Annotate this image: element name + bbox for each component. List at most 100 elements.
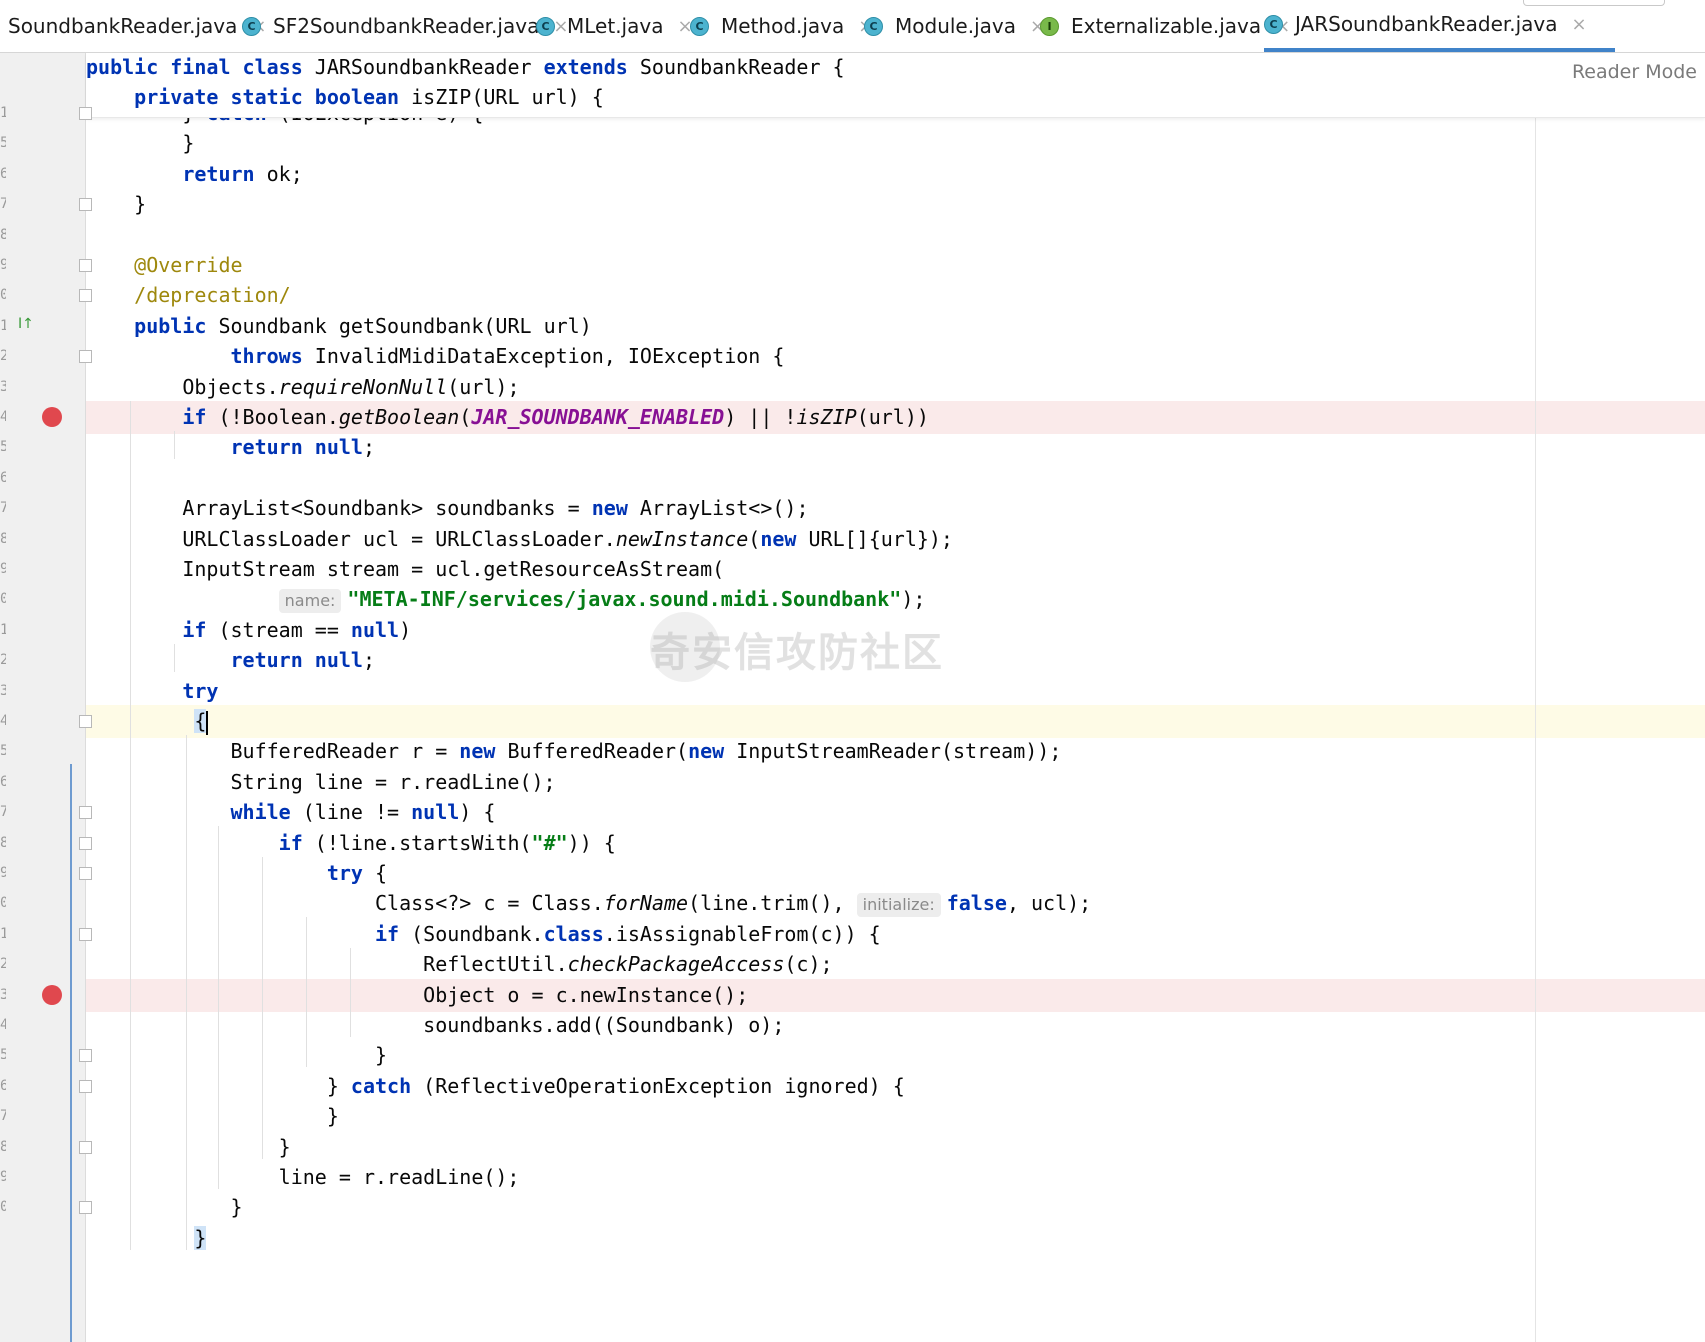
- implements-method-icon[interactable]: I↑: [18, 316, 34, 332]
- code-token: , ucl);: [1006, 891, 1092, 915]
- code-line[interactable]: }: [86, 1100, 339, 1133]
- code-token: line = r.readLine();: [86, 1165, 520, 1189]
- fold-marker-icon[interactable]: [79, 1080, 92, 1093]
- line-number-gutter[interactable]: 1 5 6 7 8 9 0 1 2 3 4 5 6 7 8 9 0 1 2 3 4 5 6 7 8 9 0 1 2 3 4 5 6 7 8 9 0: [0, 53, 85, 1342]
- code-line[interactable]: if (!line.startsWith("#")) {: [86, 827, 616, 860]
- java-class-icon: C: [242, 16, 261, 36]
- code-line[interactable]: }: [86, 127, 194, 160]
- code-line[interactable]: InputStream stream = ucl.getResourceAsSt…: [86, 553, 724, 586]
- code-line[interactable]: ArrayList<Soundbank> soundbanks = new Ar…: [86, 492, 808, 525]
- fold-marker-icon[interactable]: [79, 867, 92, 880]
- code-token: isZIP(URL url) {: [411, 85, 604, 109]
- fold-marker-icon[interactable]: [79, 837, 92, 850]
- fold-marker-icon[interactable]: [79, 1201, 92, 1214]
- sticky-line[interactable]: private static boolean isZIP(URL url) {: [86, 81, 604, 114]
- code-line[interactable]: if (stream == null): [86, 614, 411, 647]
- code-line[interactable]: if (Soundbank.class.isAssignableFrom(c))…: [86, 918, 881, 951]
- code-line[interactable]: try {: [86, 857, 387, 890]
- tab-1[interactable]: C SF2SoundbankReader.java ×: [242, 0, 568, 52]
- sticky-line[interactable]: public final class JARSoundbankReader ex…: [86, 51, 845, 84]
- tab-3[interactable]: CMethod.java×: [690, 0, 873, 52]
- fold-marker-icon[interactable]: [79, 928, 92, 941]
- code-token: if: [182, 618, 219, 642]
- line-number: 2: [0, 956, 6, 972]
- fold-marker-icon[interactable]: [79, 107, 92, 120]
- java-class-icon: C: [1264, 14, 1283, 34]
- code-line[interactable]: } catch (ReflectiveOperationException ig…: [86, 1070, 905, 1103]
- tab-2[interactable]: C MLet.java ×: [536, 0, 693, 52]
- code-line[interactable]: }: [86, 1131, 291, 1164]
- sticky-scroll-header: Reader Mode public final class JARSoundb…: [86, 53, 1705, 118]
- code-line[interactable]: {: [86, 705, 209, 738]
- line-number: 0: [0, 1199, 6, 1215]
- close-tab-icon[interactable]: ×: [1572, 14, 1587, 35]
- fold-marker-icon[interactable]: [79, 1049, 92, 1062]
- line-number: 8: [0, 1139, 6, 1155]
- code-line[interactable]: while (line != null) {: [86, 796, 496, 829]
- code-line[interactable]: throws InvalidMidiDataException, IOExcep…: [86, 340, 785, 373]
- tab-6[interactable]: C JARSoundbankReader.java ×: [1264, 0, 1615, 52]
- code-line[interactable]: name: "META-INF/services/javax.sound.midi…: [86, 583, 925, 616]
- tab-5[interactable]: IExternalizable.java×: [1040, 0, 1290, 52]
- code-line[interactable]: BufferedReader r = new BufferedReader(ne…: [86, 735, 1061, 768]
- line-number: 2: [0, 652, 6, 668]
- fold-marker-icon[interactable]: [79, 289, 92, 302]
- code-line[interactable]: try: [86, 675, 218, 708]
- code-token: (c);: [784, 952, 833, 976]
- code-line[interactable]: }: [86, 1039, 387, 1072]
- code-line[interactable]: URLClassLoader ucl = URLClassLoader.newI…: [86, 523, 953, 556]
- tab-label: SoundbankReader.java: [8, 14, 238, 38]
- code-line[interactable]: }: [86, 188, 146, 221]
- code-line[interactable]: line = r.readLine();: [86, 1161, 520, 1194]
- line-number: 0: [0, 591, 6, 607]
- line-number: 0: [0, 287, 6, 303]
- code-line[interactable]: String line = r.readLine();: [86, 766, 555, 799]
- code-line[interactable]: }: [86, 1191, 242, 1224]
- reader-mode-toggle[interactable]: Reader Mode: [1572, 61, 1697, 83]
- fold-marker-icon[interactable]: [79, 1141, 92, 1154]
- fold-marker-icon[interactable]: [79, 350, 92, 363]
- code-line[interactable]: return ok;: [86, 158, 302, 191]
- text-caret: [206, 710, 209, 735]
- tab-0[interactable]: SoundbankReader.java×: [8, 0, 267, 52]
- code-line[interactable]: @Override: [86, 249, 242, 282]
- code-token: "META-INF/services/javax.sound.midi.Soun…: [347, 587, 902, 611]
- line-number: 1: [0, 105, 6, 121]
- fold-marker-icon[interactable]: [79, 198, 92, 211]
- fold-marker-icon[interactable]: [79, 806, 92, 819]
- code-token: null: [411, 800, 460, 824]
- code-token: try: [182, 679, 219, 703]
- tab-label: Externalizable.java: [1071, 14, 1262, 38]
- code-token: if: [374, 922, 412, 946]
- code-line[interactable]: if (!Boolean.getBoolean(JAR_SOUNDBANK_EN…: [86, 401, 929, 434]
- code-line[interactable]: ReflectUtil.checkPackageAccess(c);: [86, 948, 833, 981]
- fold-marker-icon[interactable]: [79, 259, 92, 272]
- java-interface-icon: I: [1040, 16, 1059, 36]
- code-line[interactable]: Objects.requireNonNull(url);: [86, 371, 519, 404]
- line-number: 1: [0, 926, 6, 942]
- code-line[interactable]: soundbanks.add((Soundbank) o);: [86, 1009, 784, 1042]
- code-token: ) {: [459, 800, 496, 824]
- code-token: catch: [350, 1074, 424, 1098]
- code-line[interactable]: }: [86, 1222, 207, 1255]
- code-line[interactable]: Class<?> c = Class.forName(line.trim(), …: [86, 887, 1091, 920]
- fold-marker-icon[interactable]: [79, 715, 92, 728]
- code-editor[interactable]: } catch (IOException e) { } return ok; }…: [86, 53, 1705, 1342]
- code-token: return: [182, 162, 267, 186]
- code-token: /deprecation/: [134, 283, 291, 307]
- breakpoint-icon[interactable]: [42, 985, 62, 1005]
- code-token: }: [86, 1135, 291, 1159]
- line-number: 7: [0, 804, 6, 820]
- tab-4[interactable]: C Module.java ×: [864, 0, 1045, 52]
- code-token: isZIP: [796, 405, 857, 429]
- line-number: 9: [0, 1169, 6, 1185]
- code-token: return null: [230, 435, 363, 459]
- code-line[interactable]: public Soundbank getSoundbank(URL url): [86, 310, 592, 343]
- code-line[interactable]: /deprecation/: [86, 279, 291, 312]
- breakpoint-icon[interactable]: [42, 407, 62, 427]
- indent-guide: [350, 948, 351, 1037]
